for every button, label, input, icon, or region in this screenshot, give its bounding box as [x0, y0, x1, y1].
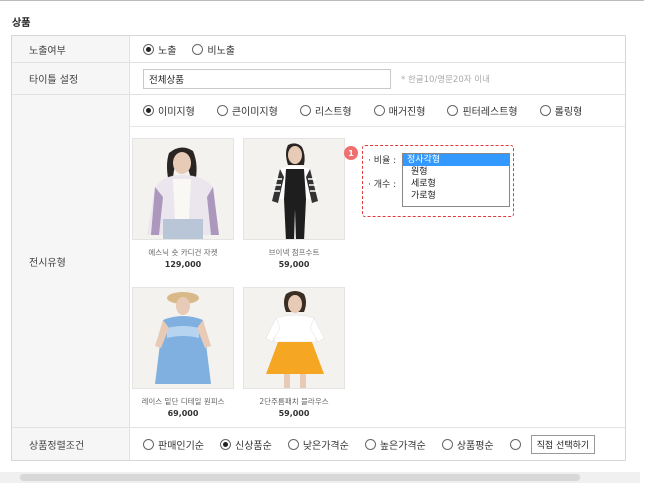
- radio-unchecked-icon[interactable]: [373, 105, 385, 116]
- ratio-select-list[interactable]: 정사각형 원형 세로형 가로형: [402, 153, 510, 207]
- title-label: 타이틀 설정: [12, 63, 130, 94]
- custom-select-button[interactable]: 직접 선택하기: [530, 434, 596, 454]
- title-hint: * 한글10/영문20자 이내: [401, 74, 490, 85]
- product-card: 에스닉 숏 카디건 자켓 129,000: [132, 138, 234, 269]
- exposure-radio-show[interactable]: 노출: [143, 42, 176, 57]
- product-card: 2단주름패치 블라우스 59,000: [243, 287, 345, 418]
- exposure-row: 노출여부 노출 비노출: [12, 36, 625, 63]
- product-name: 에스닉 숏 카디건 자켓: [148, 248, 218, 257]
- product-image: [132, 138, 234, 240]
- product-name: 레이스 밑단 디테일 원피스: [141, 397, 225, 406]
- product-card: 브이넥 점프수트 59,000: [243, 138, 345, 269]
- display-row: 전시유형 이미지형 큰이미지형 리스트형 매거진형 핀터레스트형 롤링형 에스닉…: [12, 95, 625, 428]
- top-divider: [0, 0, 644, 1]
- section-title: 상품: [12, 18, 31, 29]
- ratio-option[interactable]: 정사각형: [403, 154, 509, 166]
- exposure-label: 노출여부: [12, 36, 130, 62]
- sort-row: 상품정렬조건 판매인기순 신상품순 낮은가격순 높은가격순 상품평순 직접 선택…: [12, 428, 625, 460]
- radio-unchecked-icon[interactable]: [143, 438, 154, 450]
- product-price: 59,000: [278, 260, 310, 269]
- radio-unchecked-icon[interactable]: [299, 105, 311, 116]
- scrollbar-thumb[interactable]: [20, 474, 580, 481]
- display-radio-image[interactable]: 이미지형: [143, 103, 195, 118]
- radio-checked-icon[interactable]: [220, 438, 231, 450]
- radio-unchecked-icon[interactable]: [539, 105, 551, 116]
- display-radio-pinterest[interactable]: 핀터레스트형: [447, 103, 518, 118]
- sort-radio-high-price[interactable]: 높은가격순: [364, 437, 426, 452]
- sort-radio-review[interactable]: 상품평순: [441, 437, 494, 452]
- sort-radio-group: 판매인기순 신상품순 낮은가격순 높은가격순 상품평순 직접 선택하기: [143, 434, 596, 454]
- product-price: 69,000: [167, 409, 199, 418]
- horizontal-scrollbar[interactable]: [0, 472, 640, 483]
- sort-label: 상품정렬조건: [12, 428, 130, 460]
- product-preview-area: 에스닉 숏 카디건 자켓 129,000 브이넥 점프수트 59,000 레이스…: [130, 127, 625, 427]
- ratio-label: · 비율 :: [368, 156, 397, 166]
- product-price: 129,000: [164, 260, 202, 269]
- radio-unchecked-icon[interactable]: [364, 438, 376, 450]
- title-row: 타이틀 설정 * 한글10/영문20자 이내: [12, 63, 625, 95]
- display-label: 전시유형: [12, 95, 130, 427]
- display-radio-rolling[interactable]: 롤링형: [539, 103, 582, 118]
- display-radio-large-image[interactable]: 큰이미지형: [216, 103, 278, 118]
- sort-radio-low-price[interactable]: 낮은가격순: [287, 437, 349, 452]
- display-radio-list[interactable]: 리스트형: [299, 103, 352, 118]
- ratio-option[interactable]: 가로형: [403, 190, 509, 202]
- product-card: 레이스 밑단 디테일 원피스 69,000: [132, 287, 234, 418]
- display-type-radio-group: 이미지형 큰이미지형 리스트형 매거진형 핀터레스트형 롤링형: [130, 95, 625, 127]
- ratio-option[interactable]: 세로형: [403, 178, 509, 190]
- radio-unchecked-icon[interactable]: [287, 438, 299, 450]
- product-name: 2단주름패치 블라우스: [259, 397, 329, 406]
- step-badge: 1: [344, 146, 358, 160]
- radio-unchecked-icon[interactable]: [447, 105, 459, 116]
- count-label: · 개수 :: [368, 180, 397, 190]
- product-image: [243, 138, 345, 240]
- title-input[interactable]: [143, 68, 391, 89]
- ratio-option[interactable]: 원형: [403, 166, 509, 178]
- product-name: 브이넥 점프수트: [268, 248, 320, 257]
- sort-radio-newest[interactable]: 신상품순: [220, 437, 272, 452]
- product-price: 59,000: [278, 409, 310, 418]
- radio-unchecked-icon[interactable]: [441, 438, 453, 450]
- radio-checked-icon[interactable]: [143, 105, 154, 116]
- exposure-radio-group: 노출 비노출: [143, 42, 251, 57]
- sort-radio-custom[interactable]: [509, 438, 525, 450]
- radio-unchecked-icon[interactable]: [216, 105, 228, 116]
- radio-unchecked-icon[interactable]: [509, 438, 521, 450]
- radio-unchecked-icon[interactable]: [192, 43, 204, 55]
- radio-checked-icon[interactable]: [143, 43, 154, 55]
- product-image: [132, 287, 234, 389]
- display-radio-magazine[interactable]: 매거진형: [373, 103, 425, 118]
- settings-table: 노출여부 노출 비노출 타이틀 설정 * 한글10/영문20자 이내 전시유형: [11, 35, 626, 461]
- exposure-radio-hide[interactable]: 비노출: [192, 42, 235, 57]
- sort-radio-popular[interactable]: 판매인기순: [143, 437, 204, 452]
- product-image: [243, 287, 345, 389]
